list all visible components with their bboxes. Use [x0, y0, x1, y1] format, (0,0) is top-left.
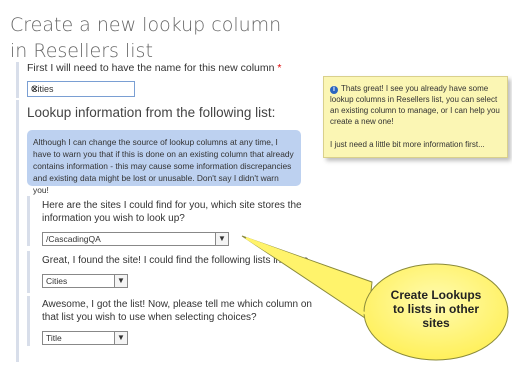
callout-line2: to lists in other — [392, 302, 479, 316]
callout-line3: sites — [422, 316, 450, 330]
callout-line1: Create Lookups — [390, 288, 482, 302]
callout-text: Create Lookups to lists in other sites — [378, 288, 494, 330]
